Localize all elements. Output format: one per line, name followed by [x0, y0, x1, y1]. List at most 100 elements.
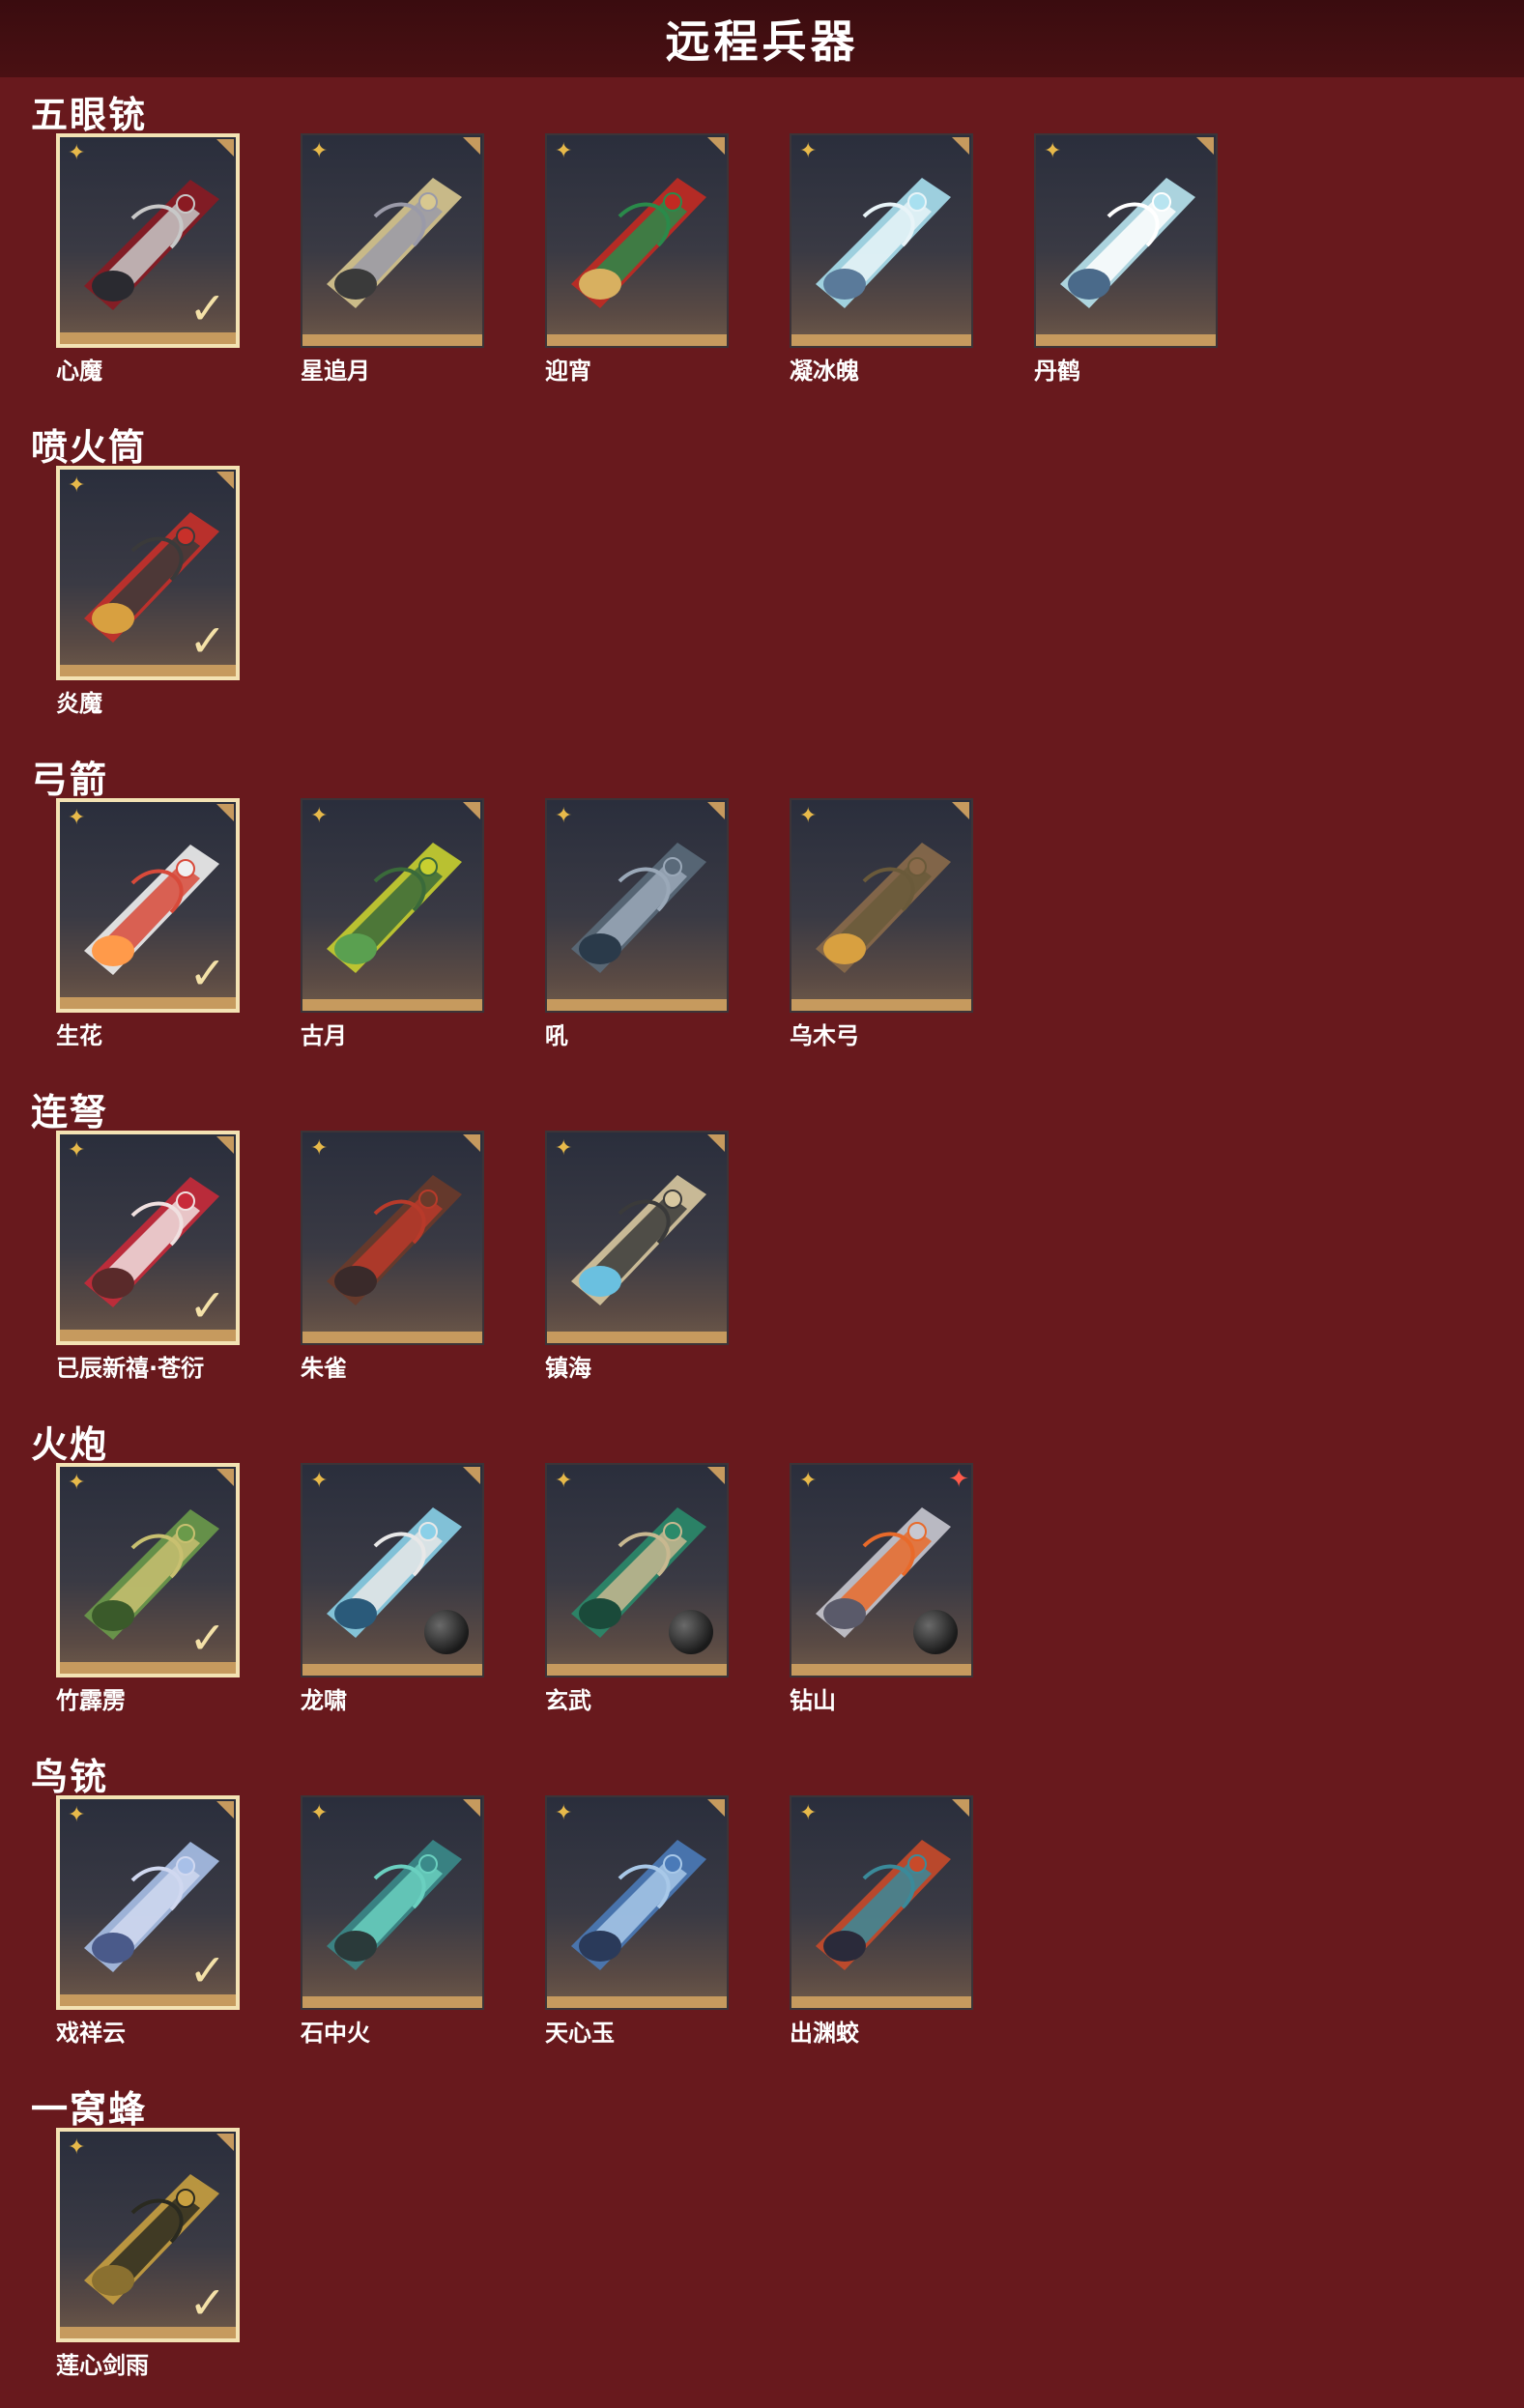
weapon-card[interactable]: ✦ ✓: [56, 133, 240, 348]
weapon-image: [816, 1840, 951, 1970]
card-base-strip: [547, 1332, 727, 1343]
star-icon: ✦: [68, 806, 86, 830]
weapon-item[interactable]: ✦ 出渊蛟: [790, 1795, 979, 2047]
weapon-section: 火炮 ✦ ✓ 竹霹雳 ✦ 龙啸 ✦ 玄武 ✦ ✦ 钻山: [0, 1415, 1524, 1743]
weapon-item[interactable]: ✦ 朱雀: [301, 1131, 490, 1382]
section-title: 连弩: [31, 1091, 109, 1133]
weapon-image: [571, 1840, 706, 1970]
weapon-item[interactable]: ✦ 龙啸: [301, 1463, 490, 1714]
weapon-card[interactable]: ✦: [301, 133, 484, 348]
weapon-card[interactable]: ✦ ✓: [56, 1795, 240, 2010]
weapon-card[interactable]: ✦: [1034, 133, 1218, 348]
weapon-card[interactable]: ✦: [301, 798, 484, 1013]
checkmark-icon: ✓: [188, 1612, 226, 1664]
weapon-item[interactable]: ✦ ✓ 戏祥云: [56, 1795, 245, 2047]
weapon-card[interactable]: ✦: [790, 798, 973, 1013]
weapon-card[interactable]: ✦ ✓: [56, 798, 240, 1013]
weapon-name: 迎宵: [545, 358, 591, 385]
weapon-name: 乌木弓: [790, 1022, 859, 1049]
star-icon: ✦: [310, 1469, 329, 1493]
weapon-card[interactable]: ✦: [545, 798, 729, 1013]
weapon-item[interactable]: ✦ ✓ 竹霹雳: [56, 1463, 245, 1714]
star-icon: ✦: [68, 1803, 86, 1827]
card-base-strip: [791, 1664, 971, 1676]
weapon-item[interactable]: ✦ ✓ 已辰新禧·苍衍: [56, 1131, 245, 1382]
section-title: 鸟铳: [31, 1756, 109, 1798]
weapon-item[interactable]: ✦ 玄武: [545, 1463, 734, 1714]
checkmark-icon: ✓: [188, 2277, 226, 2329]
item-row: ✦ ✓ 莲心剑雨: [0, 2128, 1524, 2408]
weapon-card[interactable]: ✦ ✓: [56, 466, 240, 680]
weapon-card[interactable]: ✦: [301, 1463, 484, 1677]
weapon-image: [816, 843, 951, 973]
corner-tab-icon: [216, 472, 234, 489]
weapon-item[interactable]: ✦ 天心玉: [545, 1795, 734, 2047]
corner-tab-icon: [1196, 137, 1214, 155]
weapon-item[interactable]: ✦ ✓ 炎魔: [56, 466, 245, 717]
weapon-card[interactable]: ✦: [790, 133, 973, 348]
weapon-card[interactable]: ✦ ✓: [56, 1463, 240, 1677]
star-icon: ✦: [799, 1469, 818, 1493]
section-title: 一窝蜂: [31, 2088, 148, 2131]
star-icon: ✦: [68, 141, 86, 165]
corner-tab-icon: [707, 1134, 725, 1152]
weapon-item[interactable]: ✦ ✦ 钻山: [790, 1463, 979, 1714]
weapon-card[interactable]: ✦: [545, 133, 729, 348]
weapon-section: 五眼铳 ✦ ✓ 心魔 ✦ 星追月 ✦ 迎宵 ✦ 凝冰魄 ✦ 丹鹤: [0, 85, 1524, 414]
weapon-item[interactable]: ✦ 镇海: [545, 1131, 734, 1382]
weapon-image: [816, 178, 951, 308]
weapon-item[interactable]: ✦ ✓ 生花: [56, 798, 245, 1049]
star-icon: ✦: [555, 1136, 573, 1161]
star-icon: ✦: [310, 1136, 329, 1161]
weapon-card[interactable]: ✦ ✓: [56, 1131, 240, 1345]
weapon-name: 朱雀: [301, 1355, 347, 1382]
card-base-strip: [547, 999, 727, 1011]
weapon-card[interactable]: ✦: [301, 1131, 484, 1345]
weapon-item[interactable]: ✦ 迎宵: [545, 133, 734, 385]
weapon-name: 玄武: [545, 1687, 591, 1714]
corner-tab-icon: [707, 1467, 725, 1484]
corner-tab-icon: [463, 137, 480, 155]
corner-tab-icon: [952, 802, 969, 819]
weapon-item[interactable]: ✦ 乌木弓: [790, 798, 979, 1049]
weapon-item[interactable]: ✦ 石中火: [301, 1795, 490, 2047]
weapon-image: [327, 1175, 462, 1305]
weapon-item[interactable]: ✦ 吼: [545, 798, 734, 1049]
weapon-card[interactable]: ✦: [790, 1795, 973, 2010]
corner-tab-icon: [952, 137, 969, 155]
weapon-section: 弓箭 ✦ ✓ 生花 ✦ 古月 ✦ 吼 ✦ 乌木弓: [0, 750, 1524, 1078]
weapon-card[interactable]: ✦: [301, 1795, 484, 2010]
star-icon: ✦: [799, 804, 818, 828]
item-row: ✦ ✓ 竹霹雳 ✦ 龙啸 ✦ 玄武 ✦ ✦ 钻山: [0, 1463, 1524, 1743]
weapon-card[interactable]: ✦: [545, 1463, 729, 1677]
weapon-name: 凝冰魄: [790, 358, 859, 385]
weapon-name: 龙啸: [301, 1687, 347, 1714]
star-icon: ✦: [555, 139, 573, 163]
card-base-strip: [302, 334, 482, 346]
weapon-item[interactable]: ✦ 星追月: [301, 133, 490, 385]
weapon-card[interactable]: ✦: [545, 1131, 729, 1345]
weapon-name: 吼: [545, 1022, 568, 1049]
weapon-item[interactable]: ✦ 丹鹤: [1034, 133, 1223, 385]
star-icon: ✦: [68, 473, 86, 498]
weapon-item[interactable]: ✦ ✓ 莲心剑雨: [56, 2128, 245, 2379]
weapon-card[interactable]: ✦ ✓: [56, 2128, 240, 2342]
weapon-name: 竹霹雳: [56, 1687, 126, 1714]
weapon-item[interactable]: ✦ 古月: [301, 798, 490, 1049]
card-base-strip: [302, 1664, 482, 1676]
checkmark-icon: ✓: [188, 282, 226, 334]
weapon-name: 莲心剑雨: [56, 2352, 149, 2379]
weapon-name: 石中火: [301, 2020, 370, 2047]
corner-tab-icon: [952, 1799, 969, 1817]
card-base-strip: [547, 1996, 727, 2008]
weapon-image: [327, 178, 462, 308]
weapon-name: 戏祥云: [56, 2020, 126, 2047]
weapon-name: 出渊蛟: [790, 2020, 859, 2047]
weapon-name: 星追月: [301, 358, 370, 385]
weapon-card[interactable]: ✦ ✦: [790, 1463, 973, 1677]
weapon-item[interactable]: ✦ ✓ 心魔: [56, 133, 245, 385]
weapon-card[interactable]: ✦: [545, 1795, 729, 2010]
card-base-strip: [791, 999, 971, 1011]
weapon-item[interactable]: ✦ 凝冰魄: [790, 133, 979, 385]
section-title: 火炮: [31, 1423, 109, 1466]
